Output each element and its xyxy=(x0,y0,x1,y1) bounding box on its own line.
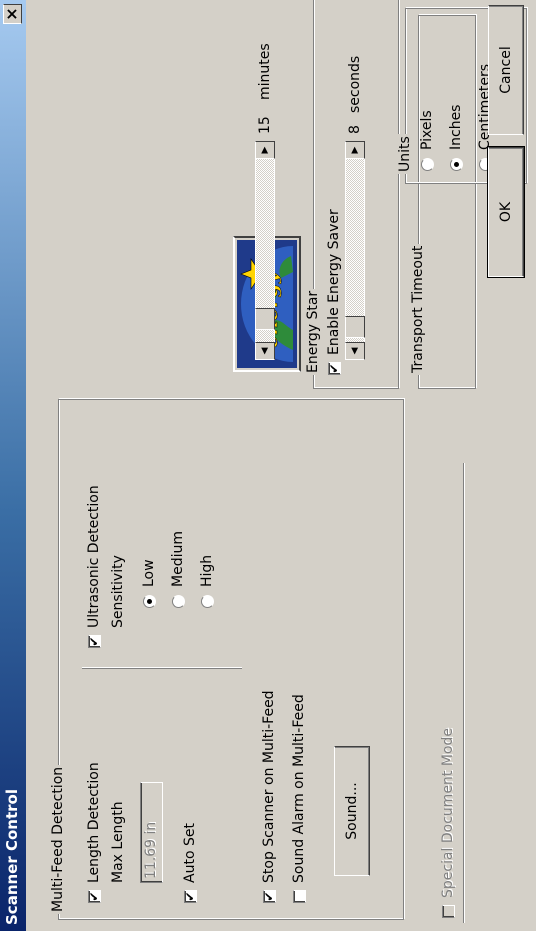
units-inches-radio[interactable] xyxy=(450,158,463,171)
energy-star-legend: Energy Star xyxy=(305,288,321,375)
footer-divider xyxy=(463,463,465,923)
energy-timeout-value: 15 xyxy=(257,116,273,134)
sensitivity-low-label: Low xyxy=(141,559,157,587)
energy-slider-thumb[interactable] xyxy=(255,308,275,330)
enable-energy-saver-label: Enable Energy Saver xyxy=(326,209,342,355)
transport-timeout-legend: Transport Timeout xyxy=(410,243,426,375)
special-document-mode-checkbox[interactable] xyxy=(442,905,455,918)
sound-alarm-label: Sound Alarm on Multi-Feed xyxy=(291,694,307,883)
transport-timeout-slider[interactable]: ◀ ▶ xyxy=(345,141,365,360)
units-inches-label: Inches xyxy=(448,104,464,150)
title-bar[interactable]: Scanner Control × xyxy=(0,0,26,931)
transport-slider-left-button[interactable]: ◀ xyxy=(345,342,365,360)
transport-slider-thumb[interactable] xyxy=(345,316,365,338)
check-icon: ✔ xyxy=(262,891,276,902)
transport-timeout-value: 8 xyxy=(347,125,363,134)
length-detection-label: Length Detection xyxy=(86,762,102,883)
auto-set-label: Auto Set xyxy=(182,823,198,883)
multifeed-legend: Multi-Feed Detection xyxy=(50,764,66,914)
screen: Scanner Control × Multi-Feed Detection ✔… xyxy=(0,0,536,931)
length-detection-checkbox[interactable]: ✔ xyxy=(87,890,101,903)
scanner-control-dialog: Scanner Control × Multi-Feed Detection ✔… xyxy=(0,0,536,931)
units-legend: Units xyxy=(397,134,413,174)
stop-scanner-label: Stop Scanner on Multi-Feed xyxy=(261,690,277,883)
multifeed-divider xyxy=(82,668,242,669)
special-document-mode-label: Special Document Mode xyxy=(440,727,456,898)
sensitivity-medium-label: Medium xyxy=(170,531,186,587)
sensitivity-medium-radio[interactable] xyxy=(172,595,185,608)
check-icon: ✔ xyxy=(87,636,101,647)
max-length-label: Max Length xyxy=(110,801,126,883)
ok-button[interactable]: OK xyxy=(487,143,525,281)
window-title: Scanner Control xyxy=(3,789,21,925)
auto-set-checkbox[interactable]: ✔ xyxy=(183,890,197,903)
units-pixels-label: Pixels xyxy=(419,110,435,150)
cancel-button[interactable]: Cancel xyxy=(488,5,524,135)
check-icon: ✔ xyxy=(183,891,197,902)
stop-scanner-checkbox[interactable]: ✔ xyxy=(262,890,276,903)
sensitivity-label: Sensitivity xyxy=(110,555,126,628)
arrow-right-icon: ▶ xyxy=(260,146,270,154)
sensitivity-low-radio[interactable] xyxy=(143,595,156,608)
enable-energy-saver-checkbox[interactable]: ✔ xyxy=(327,362,341,375)
transport-slider-track[interactable] xyxy=(345,159,365,342)
sound-button[interactable]: Sound... xyxy=(334,746,370,876)
arrow-right-icon: ▶ xyxy=(350,146,360,154)
transport-timeout-unit: seconds xyxy=(347,55,363,113)
energy-timeout-slider[interactable]: ◀ ▶ xyxy=(255,141,275,360)
close-button[interactable]: × xyxy=(2,4,22,24)
check-icon: ✔ xyxy=(87,891,101,902)
max-length-field: 11.69 in xyxy=(140,782,163,883)
units-pixels-radio[interactable] xyxy=(421,158,434,171)
energy-timeout-unit: minutes xyxy=(257,43,273,100)
sensitivity-high-label: High xyxy=(199,554,215,587)
arrow-left-icon: ◀ xyxy=(350,347,360,355)
sensitivity-high-radio[interactable] xyxy=(201,595,214,608)
ultrasonic-detection-checkbox[interactable]: ✔ xyxy=(87,635,101,648)
energy-slider-right-button[interactable]: ▶ xyxy=(255,141,275,159)
check-icon: ✔ xyxy=(327,363,341,374)
energy-slider-left-button[interactable]: ◀ xyxy=(255,342,275,360)
sound-alarm-checkbox[interactable] xyxy=(293,890,306,903)
transport-slider-right-button[interactable]: ▶ xyxy=(345,141,365,159)
ultrasonic-detection-label: Ultrasonic Detection xyxy=(86,485,102,628)
arrow-left-icon: ◀ xyxy=(260,347,270,355)
